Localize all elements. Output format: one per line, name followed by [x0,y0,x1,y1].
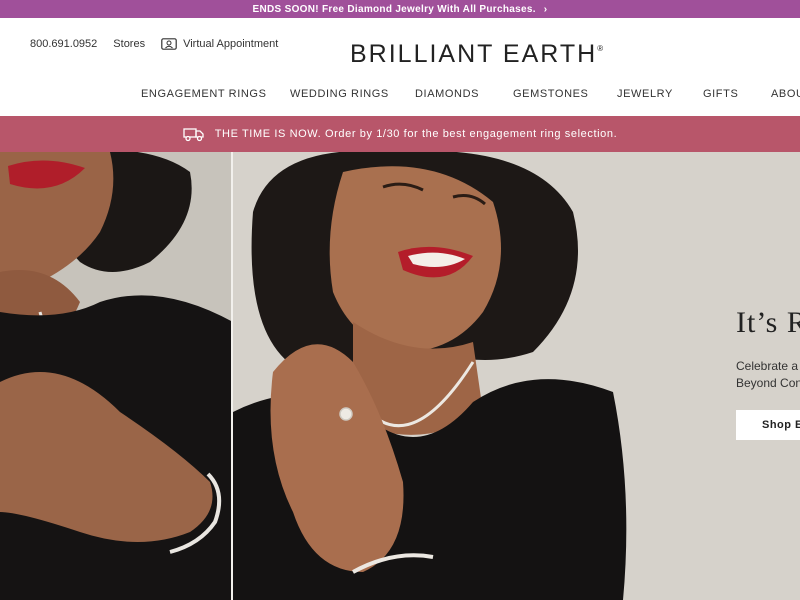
phone-link[interactable]: 800.691.0952 [30,38,97,50]
promo-banner[interactable]: ENDS SOON! Free Diamond Jewelry With All… [0,0,800,18]
nav-item-jewelry[interactable]: JEWELRY [617,88,673,100]
hero-banner[interactable]: It’s R Celebrate a Beyond Con Shop E [0,152,800,600]
hero-subtitle: Celebrate a Beyond Con [736,358,800,392]
hero-image-left [0,152,233,600]
utility-links: 800.691.0952 Stores Virtual Appointment [30,38,310,50]
nav-item-diamonds[interactable]: DIAMONDS [415,88,479,100]
hero-image-main [233,152,800,600]
hero-subtitle-line-1: Celebrate a [736,359,799,373]
virtual-appointment-link[interactable]: Virtual Appointment [161,38,294,50]
notice-banner[interactable]: THE TIME IS NOW. Order by 1/30 for the b… [0,116,800,152]
virtual-appointment-label: Virtual Appointment [183,38,279,50]
hero-title: It’s R [736,306,800,339]
site-header: 800.691.0952 Stores Virtual Appointment … [0,18,800,116]
brand-logo-text: BRILLIANT EARTH [350,40,598,68]
nav-item-gifts[interactable]: GIFTS [703,88,738,100]
nav-item-engagement-rings[interactable]: ENGAGEMENT RINGS [141,88,267,100]
delivery-truck-icon [183,128,204,142]
nav-item-about[interactable]: ABOUT [771,88,800,100]
promo-text: ENDS SOON! Free Diamond Jewelry With All… [252,3,536,15]
video-chat-icon [161,38,177,50]
brand-logo[interactable]: BRILLIANT EARTH® [350,40,603,69]
main-nav: ENGAGEMENT RINGS WEDDING RINGS DIAMONDS … [0,88,800,106]
chevron-right-icon: › [543,3,548,15]
notice-text: THE TIME IS NOW. Order by 1/30 for the b… [214,128,618,140]
stores-link[interactable]: Stores [113,38,145,50]
hero-copy: It’s R Celebrate a Beyond Con [736,306,800,392]
hero-subtitle-line-2: Beyond Con [736,376,800,390]
shop-button[interactable]: Shop E [736,410,800,440]
registered-mark: ® [597,44,604,53]
nav-item-wedding-rings[interactable]: WEDDING RINGS [290,88,389,100]
nav-item-gemstones[interactable]: GEMSTONES [513,88,589,100]
